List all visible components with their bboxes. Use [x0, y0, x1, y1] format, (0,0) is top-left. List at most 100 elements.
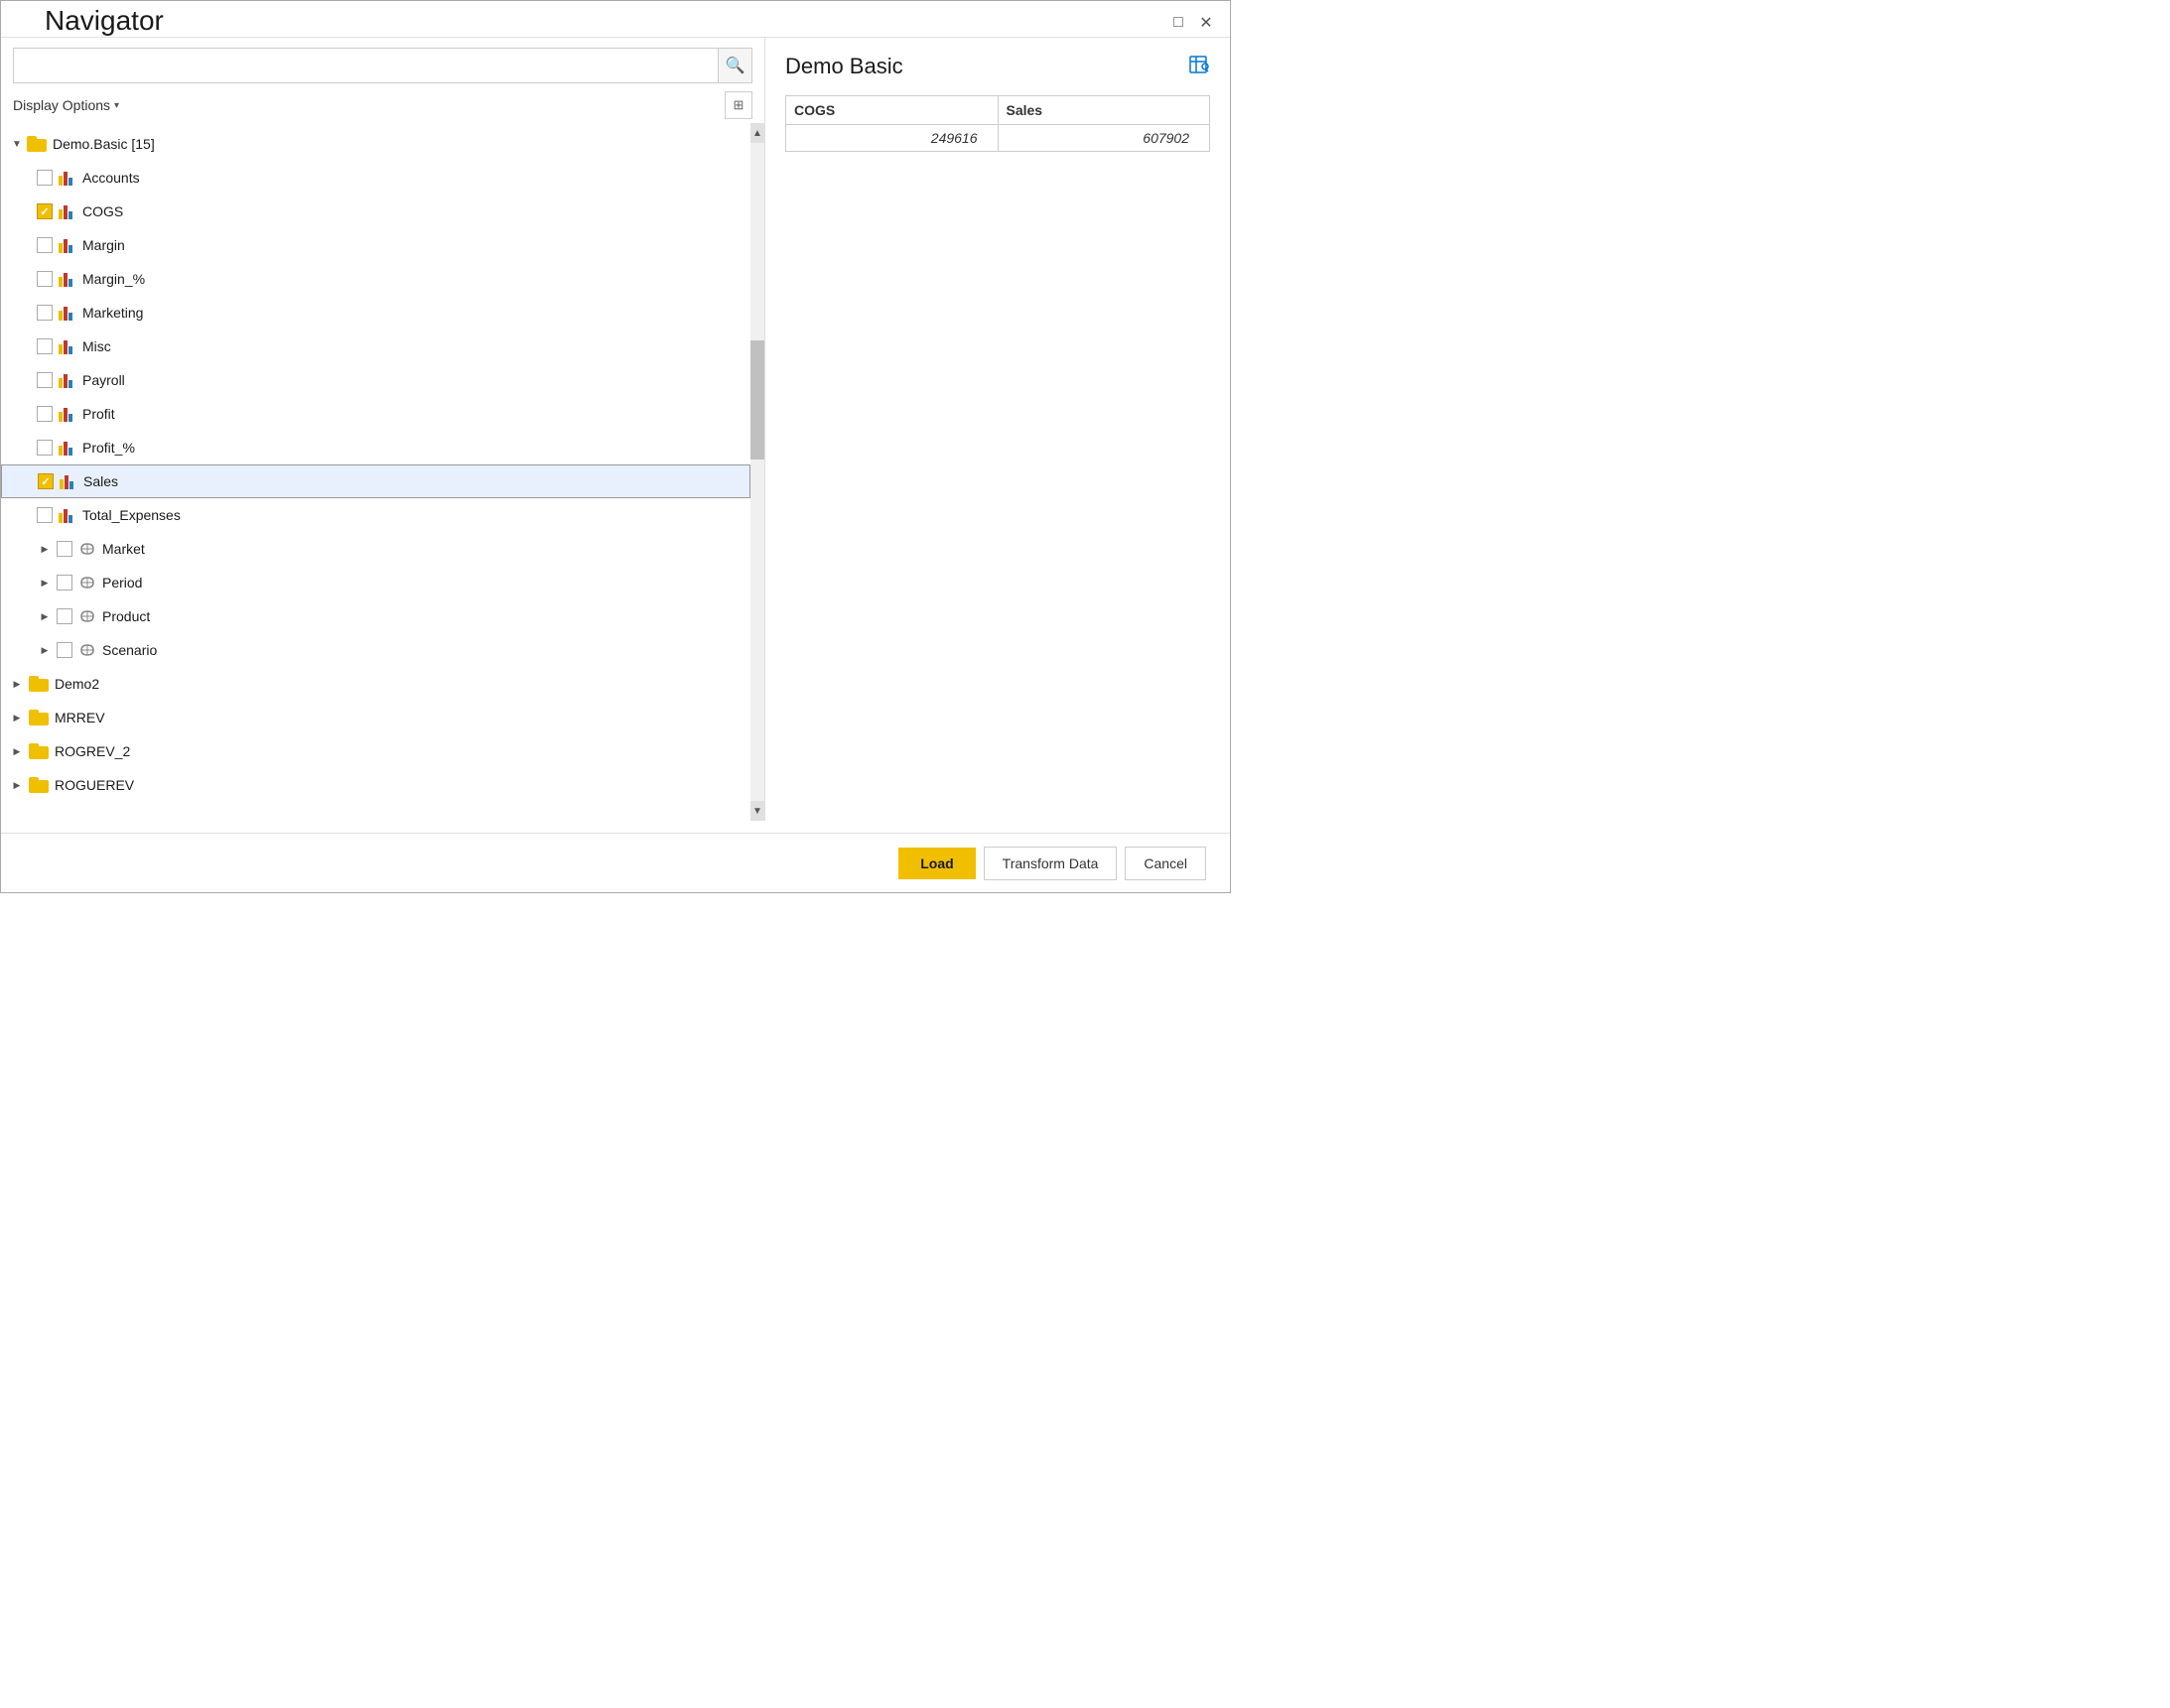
root-label: Demo.Basic [15]: [53, 136, 155, 152]
list-item-misc[interactable]: Misc: [1, 329, 750, 363]
list-item-profit[interactable]: Profit: [1, 397, 750, 431]
checkbox-margin-pct[interactable]: [37, 271, 53, 287]
label-margin: Margin: [82, 237, 125, 253]
label-market: Market: [102, 541, 145, 557]
tree-root-demo-basic[interactable]: ▼ Demo.Basic [15]: [1, 127, 750, 161]
preview-icon[interactable]: [1188, 54, 1210, 81]
load-button[interactable]: Load: [898, 848, 975, 879]
measure-icon-payroll: [59, 372, 76, 388]
label-accounts: Accounts: [82, 170, 140, 186]
checkbox-market[interactable]: [57, 541, 72, 557]
preview-title: Demo Basic: [785, 54, 903, 79]
checkbox-scenario[interactable]: [57, 642, 72, 658]
expand-arrow-roguerev-icon: ▶: [9, 777, 25, 793]
label-margin-pct: Margin_%: [82, 271, 145, 287]
checkbox-marketing[interactable]: [37, 305, 53, 321]
expand-arrow-mrrev-icon: ▶: [9, 710, 25, 725]
measure-icon-total-expenses: [59, 507, 76, 523]
measure-icon-margin-pct: [59, 271, 76, 287]
checkbox-profit-pct[interactable]: [37, 440, 53, 456]
list-item-period[interactable]: ▶ Period: [1, 566, 750, 599]
col-header-cogs: COGS: [786, 96, 999, 125]
list-item-profit-pct[interactable]: Profit_%: [1, 431, 750, 464]
transform-data-button[interactable]: Transform Data: [984, 847, 1118, 880]
display-options-arrow-icon: ▾: [114, 100, 119, 111]
list-item-margin-pct[interactable]: Margin_%: [1, 262, 750, 296]
dimension-icon-scenario: [78, 642, 96, 658]
label-sales: Sales: [83, 473, 118, 489]
tree-root-mrrev[interactable]: ▶ MRREV: [1, 701, 750, 734]
tree-scrollbar[interactable]: ▲ ▼: [750, 123, 764, 821]
cancel-button[interactable]: Cancel: [1125, 847, 1206, 880]
label-scenario: Scenario: [102, 642, 157, 658]
expand-arrow-period-icon: ▶: [37, 575, 53, 591]
checkbox-sales[interactable]: [38, 473, 54, 489]
checkbox-cogs[interactable]: [37, 203, 53, 219]
scroll-down-button[interactable]: ▼: [750, 801, 764, 821]
checkbox-product[interactable]: [57, 608, 72, 624]
table-view-button[interactable]: ⊞: [725, 91, 752, 119]
checkbox-accounts[interactable]: [37, 170, 53, 186]
maximize-button[interactable]: □: [1170, 15, 1186, 31]
label-period: Period: [102, 575, 142, 591]
list-item-margin[interactable]: Margin: [1, 228, 750, 262]
list-item-cogs[interactable]: COGS: [1, 195, 750, 228]
close-button[interactable]: ✕: [1198, 15, 1214, 31]
label-profit: Profit: [82, 406, 115, 422]
tree-root-roguerev[interactable]: ▶ ROGUEREV: [1, 768, 750, 802]
checkbox-payroll[interactable]: [37, 372, 53, 388]
search-bar: 🔍: [13, 48, 752, 83]
main-layout: 🔍 Display Options ▾ ⊞ ▼ Demo.Basic [15]: [1, 37, 1230, 821]
list-item-sales[interactable]: Sales: [1, 464, 750, 498]
display-options-button[interactable]: Display Options ▾: [13, 97, 119, 113]
title-bar-icons: □ ✕: [1170, 15, 1214, 31]
measure-icon-cogs: [59, 203, 76, 219]
checkbox-total-expenses[interactable]: [37, 507, 53, 523]
table-row: 249616 607902: [786, 125, 1210, 152]
expand-arrow-market-icon: ▶: [37, 541, 53, 557]
label-misc: Misc: [82, 338, 111, 354]
tree-root-demo2[interactable]: ▶ Demo2: [1, 667, 750, 701]
list-item-scenario[interactable]: ▶ Scenario: [1, 633, 750, 667]
list-item-accounts[interactable]: Accounts: [1, 161, 750, 195]
label-rogrev2: ROGREV_2: [55, 743, 130, 759]
measure-icon-margin: [59, 237, 76, 253]
expand-arrow-rogrev2-icon: ▶: [9, 743, 25, 759]
tree-area: ▼ Demo.Basic [15] Accounts: [1, 123, 764, 821]
checkbox-profit[interactable]: [37, 406, 53, 422]
tree-root-rogrev2[interactable]: ▶ ROGREV_2: [1, 734, 750, 768]
scroll-up-button[interactable]: ▲: [750, 123, 764, 143]
measure-icon-misc: [59, 338, 76, 354]
label-payroll: Payroll: [82, 372, 125, 388]
scroll-thumb[interactable]: [750, 340, 764, 460]
label-total-expenses: Total_Expenses: [82, 507, 181, 523]
search-input[interactable]: [14, 54, 718, 77]
checkbox-period[interactable]: [57, 575, 72, 591]
label-demo2: Demo2: [55, 676, 99, 692]
search-icon[interactable]: 🔍: [718, 49, 751, 82]
list-item-marketing[interactable]: Marketing: [1, 296, 750, 329]
bottom-bar: Load Transform Data Cancel: [1, 833, 1230, 892]
collapse-arrow-icon: ▼: [9, 136, 25, 152]
checkbox-misc[interactable]: [37, 338, 53, 354]
expand-arrow-scenario-icon: ▶: [37, 642, 53, 658]
measure-icon-profit-pct: [59, 440, 76, 456]
label-product: Product: [102, 608, 150, 624]
scroll-track: [750, 143, 764, 801]
title-bar: Navigator □ ✕: [1, 1, 1230, 37]
checkbox-margin[interactable]: [37, 237, 53, 253]
list-item-total-expenses[interactable]: Total_Expenses: [1, 498, 750, 532]
list-item-payroll[interactable]: Payroll: [1, 363, 750, 397]
dimension-icon-period: [78, 575, 96, 591]
display-options-row: Display Options ▾ ⊞: [1, 89, 764, 123]
list-item-market[interactable]: ▶ Market: [1, 532, 750, 566]
label-marketing: Marketing: [82, 305, 143, 321]
dimension-icon-market: [78, 541, 96, 557]
folder-icon-mrrev: [29, 710, 49, 725]
label-roguerev: ROGUEREV: [55, 777, 134, 793]
label-cogs: COGS: [82, 203, 123, 219]
folder-icon: [27, 136, 47, 152]
list-item-product[interactable]: ▶ Product: [1, 599, 750, 633]
col-header-sales: Sales: [998, 96, 1210, 125]
measure-icon-accounts: [59, 170, 76, 186]
